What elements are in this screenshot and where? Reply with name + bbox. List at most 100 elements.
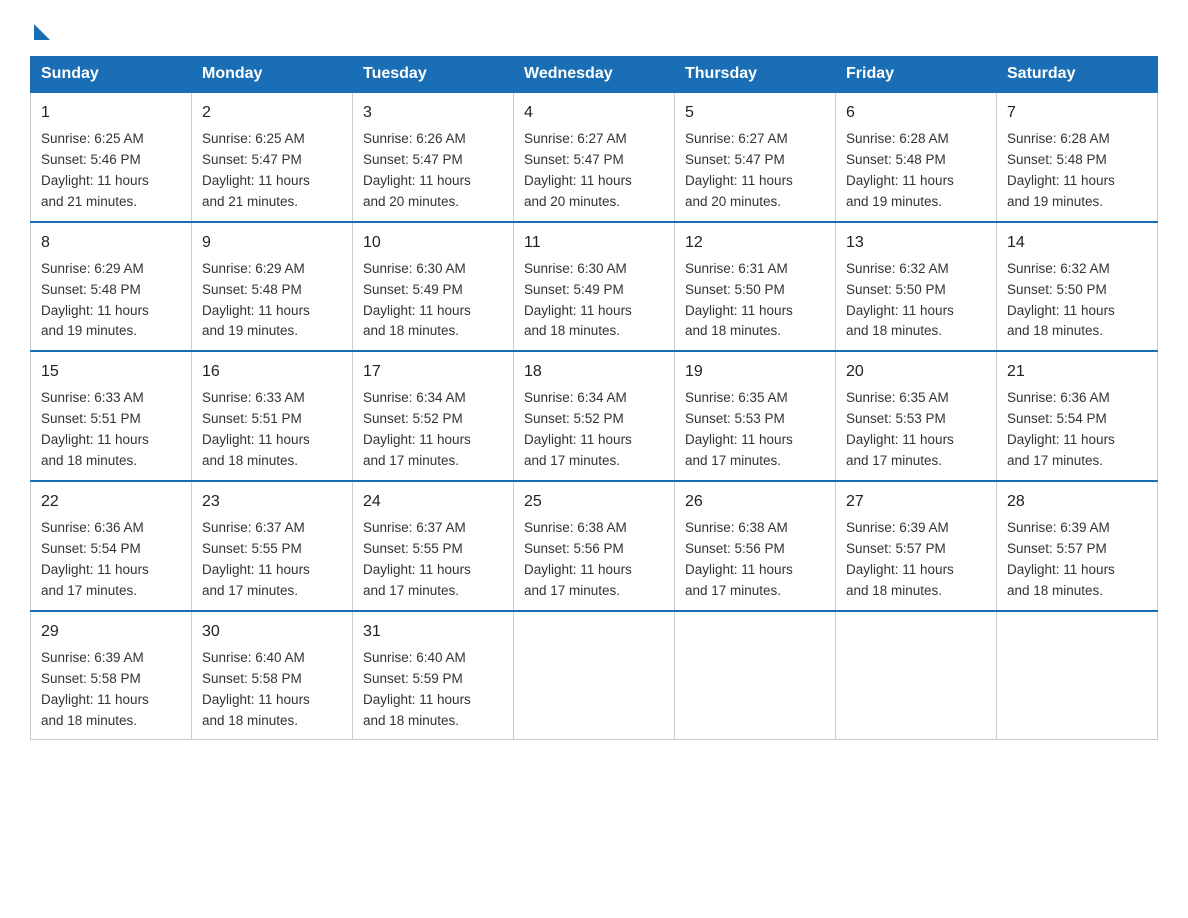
calendar-cell: 23 Sunrise: 6:37 AM Sunset: 5:55 PM Dayli…	[192, 481, 353, 611]
calendar-week-row: 29Sunrise: 6:39 AM Sunset: 5:58 PM Dayli…	[31, 611, 1158, 740]
day-number: 31	[363, 620, 503, 644]
calendar-cell: 12 Sunrise: 6:31 AM Sunset: 5:50 PM Dayli…	[675, 222, 836, 352]
calendar-cell: 19Sunrise: 6:35 AM Sunset: 5:53 PM Dayli…	[675, 351, 836, 481]
day-number: 13	[846, 231, 986, 255]
day-info: Sunrise: 6:31 AM Sunset: 5:50 PM Dayligh…	[685, 259, 825, 343]
day-info: Sunrise: 6:35 AM Sunset: 5:53 PM Dayligh…	[685, 388, 825, 472]
calendar-cell: 9 Sunrise: 6:29 AM Sunset: 5:48 PM Daylig…	[192, 222, 353, 352]
day-number: 27	[846, 490, 986, 514]
day-info: Sunrise: 6:33 AM Sunset: 5:51 PM Dayligh…	[41, 388, 181, 472]
day-number: 23	[202, 490, 342, 514]
day-info: Sunrise: 6:37 AM Sunset: 5:55 PM Dayligh…	[363, 518, 503, 602]
calendar-header-saturday: Saturday	[997, 57, 1158, 93]
calendar-cell: 27 Sunrise: 6:39 AM Sunset: 5:57 PM Dayli…	[836, 481, 997, 611]
calendar-cell: 25 Sunrise: 6:38 AM Sunset: 5:56 PM Dayli…	[514, 481, 675, 611]
calendar-cell: 26 Sunrise: 6:38 AM Sunset: 5:56 PM Dayli…	[675, 481, 836, 611]
calendar-cell	[836, 611, 997, 740]
day-info: Sunrise: 6:40 AM Sunset: 5:58 PM Dayligh…	[202, 648, 342, 732]
calendar-cell: 21 Sunrise: 6:36 AM Sunset: 5:54 PM Dayli…	[997, 351, 1158, 481]
day-number: 8	[41, 231, 181, 255]
calendar-cell: 6 Sunrise: 6:28 AM Sunset: 5:48 PM Daylig…	[836, 92, 997, 222]
page-header	[30, 20, 1158, 36]
day-info: Sunrise: 6:27 AM Sunset: 5:47 PM Dayligh…	[524, 129, 664, 213]
day-number: 25	[524, 490, 664, 514]
day-number: 15	[41, 360, 181, 384]
calendar-cell: 3 Sunrise: 6:26 AM Sunset: 5:47 PM Daylig…	[353, 92, 514, 222]
calendar-week-row: 1 Sunrise: 6:25 AM Sunset: 5:46 PM Daylig…	[31, 92, 1158, 222]
calendar-header-monday: Monday	[192, 57, 353, 93]
calendar-week-row: 15 Sunrise: 6:33 AM Sunset: 5:51 PM Dayli…	[31, 351, 1158, 481]
day-number: 26	[685, 490, 825, 514]
day-number: 22	[41, 490, 181, 514]
day-info: Sunrise: 6:28 AM Sunset: 5:48 PM Dayligh…	[1007, 129, 1147, 213]
day-info: Sunrise: 6:26 AM Sunset: 5:47 PM Dayligh…	[363, 129, 503, 213]
day-number: 21	[1007, 360, 1147, 384]
day-number: 6	[846, 101, 986, 125]
day-number: 12	[685, 231, 825, 255]
day-info: Sunrise: 6:34 AM Sunset: 5:52 PM Dayligh…	[363, 388, 503, 472]
day-info: Sunrise: 6:32 AM Sunset: 5:50 PM Dayligh…	[1007, 259, 1147, 343]
day-info: Sunrise: 6:25 AM Sunset: 5:46 PM Dayligh…	[41, 129, 181, 213]
calendar-cell	[997, 611, 1158, 740]
calendar-cell: 31 Sunrise: 6:40 AM Sunset: 5:59 PM Dayli…	[353, 611, 514, 740]
calendar-cell: 17 Sunrise: 6:34 AM Sunset: 5:52 PM Dayli…	[353, 351, 514, 481]
calendar-cell: 4 Sunrise: 6:27 AM Sunset: 5:47 PM Daylig…	[514, 92, 675, 222]
calendar-cell	[675, 611, 836, 740]
day-number: 16	[202, 360, 342, 384]
day-info: Sunrise: 6:39 AM Sunset: 5:58 PM Dayligh…	[41, 648, 181, 732]
calendar-header-thursday: Thursday	[675, 57, 836, 93]
day-info: Sunrise: 6:39 AM Sunset: 5:57 PM Dayligh…	[846, 518, 986, 602]
calendar-cell: 5 Sunrise: 6:27 AM Sunset: 5:47 PM Daylig…	[675, 92, 836, 222]
day-number: 24	[363, 490, 503, 514]
calendar-cell: 30Sunrise: 6:40 AM Sunset: 5:58 PM Dayli…	[192, 611, 353, 740]
calendar-cell: 13 Sunrise: 6:32 AM Sunset: 5:50 PM Dayli…	[836, 222, 997, 352]
day-info: Sunrise: 6:32 AM Sunset: 5:50 PM Dayligh…	[846, 259, 986, 343]
day-number: 4	[524, 101, 664, 125]
day-number: 5	[685, 101, 825, 125]
calendar-cell: 14 Sunrise: 6:32 AM Sunset: 5:50 PM Dayli…	[997, 222, 1158, 352]
calendar-week-row: 8 Sunrise: 6:29 AM Sunset: 5:48 PM Daylig…	[31, 222, 1158, 352]
calendar-cell: 7 Sunrise: 6:28 AM Sunset: 5:48 PM Daylig…	[997, 92, 1158, 222]
day-info: Sunrise: 6:38 AM Sunset: 5:56 PM Dayligh…	[685, 518, 825, 602]
day-info: Sunrise: 6:38 AM Sunset: 5:56 PM Dayligh…	[524, 518, 664, 602]
calendar-cell: 24 Sunrise: 6:37 AM Sunset: 5:55 PM Dayli…	[353, 481, 514, 611]
day-info: Sunrise: 6:36 AM Sunset: 5:54 PM Dayligh…	[1007, 388, 1147, 472]
day-info: Sunrise: 6:27 AM Sunset: 5:47 PM Dayligh…	[685, 129, 825, 213]
calendar-cell: 28Sunrise: 6:39 AM Sunset: 5:57 PM Dayli…	[997, 481, 1158, 611]
day-info: Sunrise: 6:36 AM Sunset: 5:54 PM Dayligh…	[41, 518, 181, 602]
calendar-table: SundayMondayTuesdayWednesdayThursdayFrid…	[30, 56, 1158, 740]
day-number: 17	[363, 360, 503, 384]
calendar-header-sunday: Sunday	[31, 57, 192, 93]
day-number: 18	[524, 360, 664, 384]
day-info: Sunrise: 6:29 AM Sunset: 5:48 PM Dayligh…	[202, 259, 342, 343]
day-number: 14	[1007, 231, 1147, 255]
calendar-cell: 11 Sunrise: 6:30 AM Sunset: 5:49 PM Dayli…	[514, 222, 675, 352]
day-number: 11	[524, 231, 664, 255]
calendar-cell: 20Sunrise: 6:35 AM Sunset: 5:53 PM Dayli…	[836, 351, 997, 481]
day-info: Sunrise: 6:35 AM Sunset: 5:53 PM Dayligh…	[846, 388, 986, 472]
calendar-cell: 29Sunrise: 6:39 AM Sunset: 5:58 PM Dayli…	[31, 611, 192, 740]
day-info: Sunrise: 6:30 AM Sunset: 5:49 PM Dayligh…	[524, 259, 664, 343]
calendar-cell: 8 Sunrise: 6:29 AM Sunset: 5:48 PM Daylig…	[31, 222, 192, 352]
day-info: Sunrise: 6:29 AM Sunset: 5:48 PM Dayligh…	[41, 259, 181, 343]
day-number: 9	[202, 231, 342, 255]
calendar-cell: 10Sunrise: 6:30 AM Sunset: 5:49 PM Dayli…	[353, 222, 514, 352]
calendar-cell: 22 Sunrise: 6:36 AM Sunset: 5:54 PM Dayli…	[31, 481, 192, 611]
day-number: 3	[363, 101, 503, 125]
calendar-cell: 1 Sunrise: 6:25 AM Sunset: 5:46 PM Daylig…	[31, 92, 192, 222]
calendar-week-row: 22 Sunrise: 6:36 AM Sunset: 5:54 PM Dayli…	[31, 481, 1158, 611]
day-info: Sunrise: 6:40 AM Sunset: 5:59 PM Dayligh…	[363, 648, 503, 732]
day-info: Sunrise: 6:34 AM Sunset: 5:52 PM Dayligh…	[524, 388, 664, 472]
day-number: 28	[1007, 490, 1147, 514]
logo-arrow-icon	[34, 24, 50, 40]
day-info: Sunrise: 6:33 AM Sunset: 5:51 PM Dayligh…	[202, 388, 342, 472]
calendar-cell: 18 Sunrise: 6:34 AM Sunset: 5:52 PM Dayli…	[514, 351, 675, 481]
day-number: 10	[363, 231, 503, 255]
day-number: 2	[202, 101, 342, 125]
calendar-header-friday: Friday	[836, 57, 997, 93]
day-info: Sunrise: 6:25 AM Sunset: 5:47 PM Dayligh…	[202, 129, 342, 213]
day-number: 7	[1007, 101, 1147, 125]
day-info: Sunrise: 6:37 AM Sunset: 5:55 PM Dayligh…	[202, 518, 342, 602]
day-info: Sunrise: 6:28 AM Sunset: 5:48 PM Dayligh…	[846, 129, 986, 213]
day-number: 1	[41, 101, 181, 125]
